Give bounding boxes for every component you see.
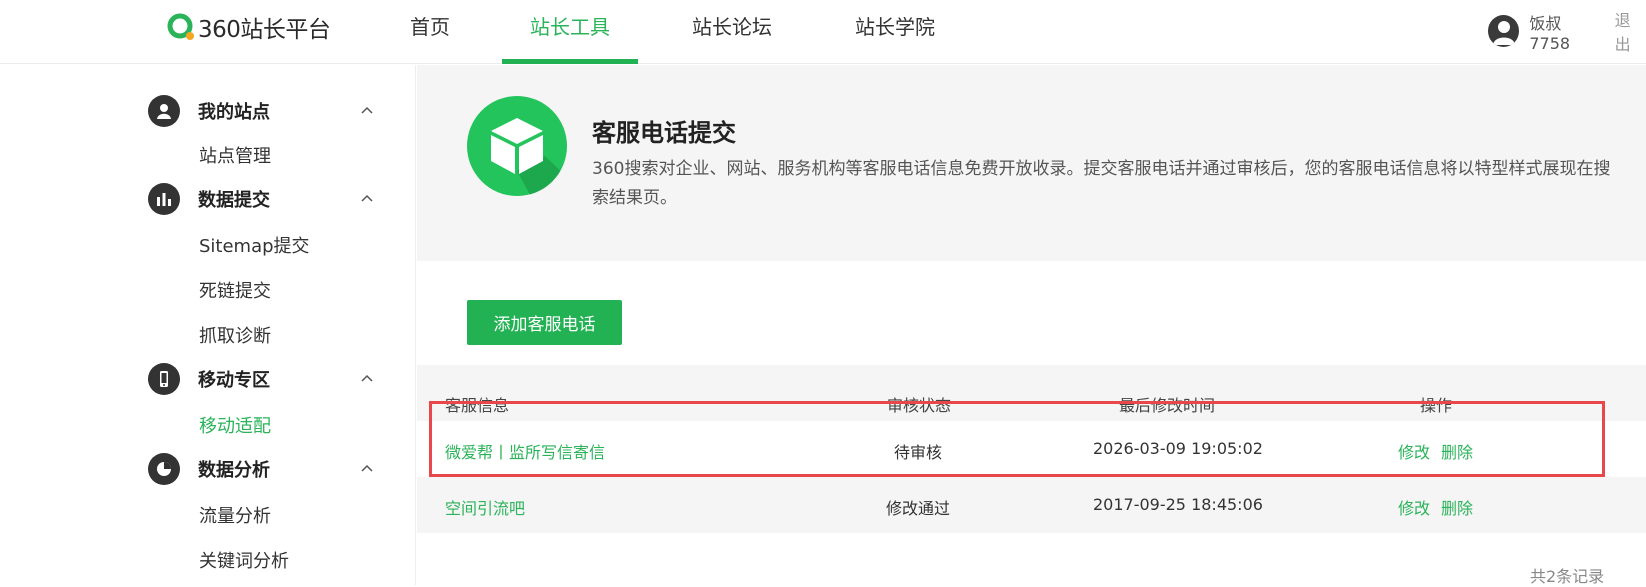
- sidebar-group-title: 移动专区: [198, 370, 270, 391]
- chevron-up-icon: [361, 106, 373, 114]
- sidebar-group-title: 数据分析: [198, 460, 270, 481]
- avatar[interactable]: [1488, 15, 1520, 47]
- delete-link[interactable]: 删除: [1441, 495, 1473, 519]
- sidebar-item-keyword-analysis[interactable]: 关键词分析: [199, 547, 289, 573]
- edit-link[interactable]: 修改: [1398, 495, 1430, 519]
- row-status: 修改通过: [886, 499, 951, 518]
- column-header-info: 客服信息: [445, 396, 510, 415]
- row-info-link[interactable]: 空间引流吧: [445, 495, 525, 519]
- nav-home[interactable]: 首页: [410, 0, 492, 64]
- record-count: 共2条记录: [1530, 567, 1605, 586]
- delete-link[interactable]: 删除: [1441, 439, 1473, 463]
- sidebar-group-mobile[interactable]: 移动专区: [148, 363, 380, 395]
- nav-academy[interactable]: 站长学院: [855, 0, 935, 64]
- page-title: 客服电话提交: [592, 119, 736, 147]
- column-header-time: 最后修改时间: [1119, 396, 1216, 415]
- username[interactable]: 饭叔7758: [1529, 10, 1600, 53]
- intro-panel: 客服电话提交 360搜索对企业、网站、服务机构等客服电话信息免费开放收录。提交客…: [417, 65, 1646, 261]
- main-content: 客服电话提交 360搜索对企业、网站、服务机构等客服电话信息免费开放收录。提交客…: [417, 65, 1646, 585]
- nav-forum[interactable]: 站长论坛: [692, 0, 772, 64]
- sidebar-item-site-management[interactable]: 站点管理: [199, 142, 271, 168]
- chevron-up-icon: [361, 194, 373, 202]
- table-row: 空间引流吧 修改通过 2017-09-25 18:45:06 修改 删除: [417, 477, 1646, 533]
- row-status: 待审核: [894, 443, 943, 462]
- sidebar-item-dead-links[interactable]: 死链提交: [199, 277, 271, 303]
- sidebar-item-traffic-analysis[interactable]: 流量分析: [199, 502, 271, 528]
- sidebar-group-data-submit[interactable]: 数据提交: [148, 183, 380, 215]
- sidebar-group-title: 我的站点: [198, 102, 270, 123]
- phone-table: 客服信息 审核状态 最后修改时间 操作 微爱帮丨监所写信寄信 待审核 2026-…: [417, 365, 1646, 533]
- cube-icon: [467, 96, 567, 196]
- user-icon: [148, 95, 180, 127]
- pie-chart-icon: [148, 453, 180, 485]
- chevron-up-icon: [361, 464, 373, 472]
- column-header-status: 审核状态: [887, 396, 952, 415]
- logo-mark-icon: [166, 12, 196, 42]
- main-nav: 首页 站长工具 站长论坛 站长学院: [410, 0, 935, 64]
- sidebar-group-data-analysis[interactable]: 数据分析: [148, 453, 380, 485]
- sidebar-group-title: 数据提交: [198, 190, 270, 211]
- add-phone-button[interactable]: 添加客服电话: [467, 300, 622, 345]
- row-time: 2026-03-09 19:05:02: [1093, 439, 1263, 458]
- user-area: 饭叔7758 退出: [1488, 11, 1646, 54]
- row-info-link[interactable]: 微爱帮丨监所写信寄信: [445, 439, 605, 463]
- table-header: 客服信息 审核状态 最后修改时间 操作: [417, 365, 1646, 421]
- sidebar: 我的站点 站点管理 数据提交 Sitemap提交 死链提交 抓取诊断 移动专区 …: [0, 65, 416, 585]
- mobile-icon: [148, 363, 180, 395]
- sidebar-item-mobile-adapt[interactable]: 移动适配: [199, 412, 271, 438]
- nav-webmaster-tools[interactable]: 站长工具: [502, 0, 638, 64]
- page-description: 360搜索对企业、网站、服务机构等客服电话信息免费开放收录。提交客服电话并通过审…: [592, 159, 1611, 208]
- top-header: 360站长平台 首页 站长工具 站长论坛 站长学院 饭叔7758 退出: [0, 0, 1646, 64]
- logo[interactable]: 360站长平台: [166, 12, 331, 43]
- edit-link[interactable]: 修改: [1398, 439, 1430, 463]
- sidebar-group-my-sites[interactable]: 我的站点: [148, 95, 380, 127]
- logo-text: 360站长平台: [198, 17, 331, 43]
- sidebar-item-sitemap[interactable]: Sitemap提交: [199, 232, 310, 258]
- chevron-up-icon: [361, 374, 373, 382]
- column-header-actions: 操作: [1420, 396, 1453, 415]
- bar-chart-icon: [148, 183, 180, 215]
- sidebar-item-crawl-diagnosis[interactable]: 抓取诊断: [199, 322, 271, 348]
- row-time: 2017-09-25 18:45:06: [1093, 495, 1263, 514]
- logout-link[interactable]: 退出: [1615, 7, 1646, 55]
- table-row: 微爱帮丨监所写信寄信 待审核 2026-03-09 19:05:02 修改 删除: [417, 421, 1646, 477]
